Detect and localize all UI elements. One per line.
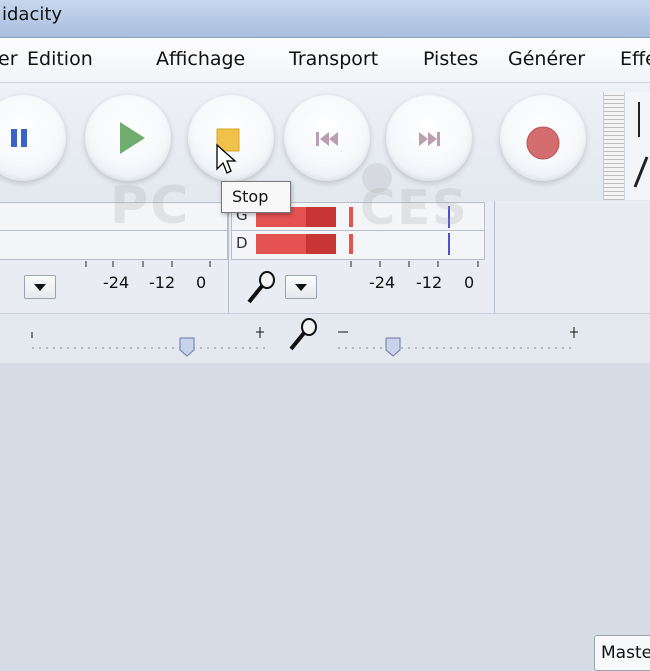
menu-pistes[interactable]: Pistes (423, 48, 478, 70)
menu-edition[interactable]: Edition (27, 48, 93, 70)
menu-generer[interactable]: Générer (508, 48, 585, 70)
tooltip-text: Stop (232, 187, 269, 206)
input-source-value: Maste (601, 643, 650, 663)
chevron-down-icon (295, 284, 307, 291)
watermark-skull-icon (362, 163, 392, 193)
mouse-cursor-icon (216, 143, 237, 174)
play-button[interactable] (85, 95, 171, 181)
output-volume-slider[interactable] (28, 324, 278, 360)
title-bar: idacity (0, 0, 650, 38)
record-button[interactable] (500, 95, 586, 181)
menu-affichage[interactable]: Affichage (156, 48, 245, 70)
mixer-toolbar: Maste (0, 313, 650, 671)
pause-icon (11, 129, 27, 147)
window-title: idacity (2, 4, 63, 25)
pencil-icon[interactable] (625, 92, 650, 200)
input-source-select[interactable]: Maste (594, 635, 650, 671)
menu-bar: er Edition Affichage Transport Pistes Gé… (0, 38, 650, 83)
microphone-icon[interactable] (285, 316, 321, 354)
menu-effets[interactable]: Effe (620, 48, 650, 70)
watermark-logo: PC (110, 176, 191, 236)
meter-scale-ticks (85, 261, 479, 267)
menu-fichier[interactable]: er (0, 48, 18, 70)
tools-toolbar (624, 92, 650, 200)
input-volume-slider[interactable] (334, 324, 584, 360)
toolbar-grip[interactable] (603, 92, 624, 200)
play-icon (120, 122, 145, 154)
menu-transport[interactable]: Transport (289, 48, 378, 70)
channel-right-label: D (236, 234, 248, 252)
playback-meter-menu[interactable] (24, 275, 56, 299)
pause-button[interactable] (0, 95, 66, 181)
meter-toolbar: G D -24 -12 0 -24 -12 0 (0, 201, 650, 313)
record-meter-menu[interactable] (285, 275, 317, 299)
stop-tooltip: Stop (221, 181, 291, 213)
record-icon (526, 126, 560, 160)
chevron-down-icon (34, 284, 46, 291)
transport-toolbar (0, 83, 650, 201)
